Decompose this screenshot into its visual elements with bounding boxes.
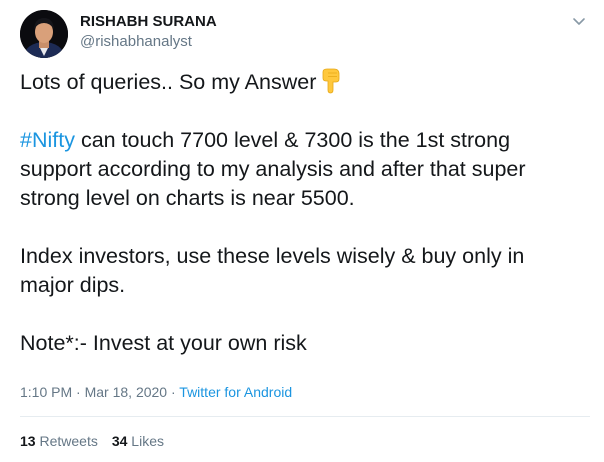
retweets-label: Retweets <box>39 433 98 449</box>
retweets-count: 13 <box>20 433 36 449</box>
tweet-line: Index investors, use these levels wisely… <box>20 244 525 268</box>
tweet-line: support according to my analysis and aft… <box>20 157 526 181</box>
tweet-line-text: can touch 7700 level & 7300 is the 1st s… <box>74 128 511 152</box>
tweet-line: Note*:- Invest at your own risk <box>20 331 307 355</box>
chevron-down-icon[interactable] <box>570 12 588 30</box>
retweets-stat[interactable]: 13 Retweets <box>20 433 98 449</box>
tweet-line: #Nifty can touch 7700 level & 7300 is th… <box>20 126 590 155</box>
likes-label: Likes <box>131 433 164 449</box>
tweet-line-text: Lots of queries.. So my Answer <box>20 70 317 94</box>
likes-stat[interactable]: 34 Likes <box>112 433 164 449</box>
profile-photo-icon <box>20 10 68 58</box>
user-handle[interactable]: @rishabhanalyst <box>80 32 192 52</box>
display-name[interactable]: RISHABH SURANA <box>80 12 217 32</box>
tweet-date[interactable]: Mar 18, 2020 <box>85 384 168 400</box>
divider <box>20 416 590 417</box>
likes-count: 34 <box>111 433 128 449</box>
tweet-text: Lots of queries.. So my Answer #Nifty ca… <box>20 68 590 358</box>
tweet-line: major dips. <box>20 273 126 297</box>
meta-separator: · <box>167 384 180 400</box>
avatar[interactable] <box>20 10 68 58</box>
source-link[interactable]: Twitter for Android <box>179 384 292 400</box>
tweet-card: RISHABH SURANA @rishabhanalyst Lots of q… <box>0 0 604 462</box>
tweet-line: strong level on charts is near 5500. <box>20 186 355 210</box>
tweet-stats: 13 Retweets 34 Likes <box>20 431 164 451</box>
hashtag-link[interactable]: #Nifty <box>20 128 75 152</box>
tweet-meta: 1:10 PM · Mar 18, 2020 · Twitter for And… <box>20 382 292 402</box>
backhand-index-pointing-down-icon <box>320 68 342 94</box>
tweet-time[interactable]: 1:10 PM <box>20 384 72 400</box>
tweet-line: Lots of queries.. So my Answer <box>20 68 590 97</box>
meta-separator: · <box>72 384 85 400</box>
